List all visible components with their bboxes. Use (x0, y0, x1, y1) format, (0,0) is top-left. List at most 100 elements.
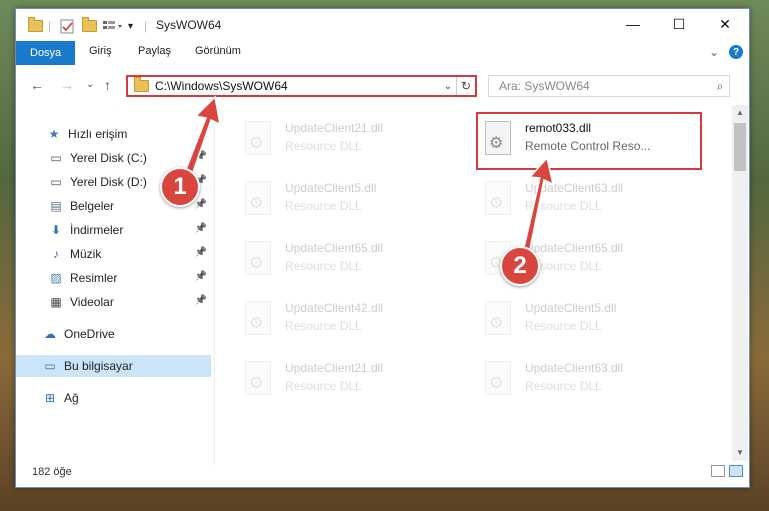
scrollbar-thumb[interactable] (734, 123, 746, 171)
file-item[interactable]: ⚙ UpdateClient63.dll Resource DLL (481, 357, 711, 405)
pin-icon[interactable]: 📌 (195, 247, 207, 258)
file-name: UpdateClient63.dll (525, 361, 624, 375)
selection-highlight (476, 112, 702, 170)
file-name: UpdateClient42.dll (285, 301, 384, 315)
scroll-down-icon[interactable]: ▼ (732, 445, 748, 461)
customize-toolbar-icon[interactable] (102, 18, 124, 34)
search-icon[interactable]: ⌕ (711, 79, 729, 94)
recent-locations-button[interactable]: ⌄ (86, 79, 94, 90)
drive-icon: ▭ (50, 175, 62, 189)
file-name: UpdateClient65.dll (525, 241, 624, 255)
quick-access-folder-icon[interactable] (28, 17, 43, 34)
dll-file-icon: ⚙ (481, 361, 515, 399)
sidebar-item-label: Ağ (64, 391, 79, 405)
sidebar-item[interactable]: ♪ Müzik 📌 (16, 243, 211, 265)
search-input[interactable]: Ara: SysWOW64 (499, 79, 711, 93)
sidebar-item-label: İndirmeler (70, 223, 124, 237)
file-item[interactable]: ⚙ UpdateClient21.dll Resource DLL (241, 117, 471, 165)
dll-file-icon: ⚙ (241, 181, 275, 219)
annotation-badge-1: 1 (160, 167, 200, 207)
status-bar: 182 öğe (16, 461, 749, 485)
download-icon: ⬇ (50, 223, 62, 237)
scroll-up-icon[interactable]: ▲ (732, 105, 748, 121)
file-type: Resource DLL (285, 139, 362, 153)
large-icons-view-icon[interactable] (729, 465, 743, 477)
up-button[interactable]: ↑ (104, 77, 111, 93)
dll-file-icon: ⚙ (241, 121, 275, 159)
pin-icon[interactable]: 📌 (195, 223, 207, 234)
minimize-button[interactable]: — (610, 9, 656, 39)
sidebar-item[interactable]: ⊞ Ağ (16, 387, 211, 409)
tab-share[interactable]: Paylaş (138, 45, 171, 57)
sidebar-item-label: Belgeler (70, 199, 115, 213)
vertical-scrollbar[interactable]: ▲ ▼ (732, 105, 748, 461)
pin-icon[interactable]: 📌 (195, 199, 207, 210)
new-folder-icon[interactable] (82, 17, 97, 34)
annotation-badge-2: 2 (500, 246, 540, 286)
star-icon: ★ (48, 127, 60, 141)
expand-ribbon-icon[interactable]: ⌄ (709, 45, 719, 59)
file-type: Resource DLL (285, 379, 362, 393)
address-dropdown-icon[interactable]: ⌄ (440, 81, 456, 92)
pin-icon[interactable]: 📌 (195, 271, 207, 282)
file-type: Resource DLL (525, 379, 602, 393)
address-path[interactable]: C:\Windows\SysWOW64 (155, 79, 440, 93)
file-item[interactable]: ⚙ UpdateClient63.dll Resource DLL (481, 177, 711, 225)
dll-file-icon: ⚙ (241, 301, 275, 339)
help-icon[interactable]: ? (729, 45, 743, 59)
search-box[interactable]: Ara: SysWOW64 ⌕ (488, 75, 730, 97)
dll-file-icon: ⚙ (481, 301, 515, 339)
file-name: UpdateClient5.dll (525, 301, 617, 315)
file-type: Resource DLL (285, 319, 362, 333)
file-item[interactable]: ⚙ UpdateClient5.dll Resource DLL (481, 297, 711, 345)
pane-divider (214, 105, 215, 465)
computer-icon: ▭ (44, 359, 56, 373)
sidebar-item-label: Müzik (70, 247, 102, 261)
tab-home[interactable]: Giriş (89, 45, 112, 57)
music-icon: ♪ (53, 247, 59, 261)
file-type: Resource DLL (285, 259, 362, 273)
sidebar-item-label: Resimler (70, 271, 118, 285)
file-item[interactable]: ⚙ UpdateClient21.dll Resource DLL (241, 357, 471, 405)
file-item[interactable]: ⚙ UpdateClient65.dll Resource DLL (241, 237, 471, 285)
back-button[interactable]: ← (30, 77, 44, 93)
file-name: UpdateClient65.dll (285, 241, 384, 255)
file-name: UpdateClient63.dll (525, 181, 624, 195)
video-icon: ▦ (50, 295, 62, 309)
folder-icon (134, 77, 149, 92)
sidebar-item-label: Hızlı erişim (68, 127, 128, 141)
navigation-pane: ★ Hızlı erişim ▭ Yerel Disk (C:) 📌 ▭ Yerel Dis… (16, 113, 214, 461)
sidebar-item-label: Videolar (70, 295, 114, 309)
properties-icon[interactable] (60, 18, 75, 34)
sidebar-item[interactable]: ⬇ İndirmeler 📌 (16, 219, 211, 241)
title-bar: | ▾ | SysWOW64 — ☐ ✕ (16, 9, 749, 41)
dll-file-icon: ⚙ (481, 181, 515, 219)
network-icon: ⊞ (44, 391, 56, 405)
forward-button[interactable]: → (60, 77, 74, 93)
close-button[interactable]: ✕ (702, 9, 748, 39)
sidebar-item-label: Bu bilgisayar (64, 359, 133, 373)
tab-view[interactable]: Görünüm (195, 45, 241, 57)
details-view-icon[interactable] (711, 465, 725, 477)
quick-access-dropdown-icon[interactable]: ▾ (128, 18, 133, 34)
sidebar-item[interactable]: ☁ OneDrive (16, 323, 211, 345)
sidebar-item[interactable]: ★ Hızlı erişim (16, 123, 211, 145)
pin-icon[interactable]: 📌 (195, 295, 207, 306)
file-name: UpdateClient5.dll (285, 181, 377, 195)
sidebar-item[interactable]: ▭ Yerel Disk (C:) 📌 (16, 147, 211, 169)
tab-file[interactable]: Dosya (16, 41, 76, 65)
file-name: UpdateClient21.dll (285, 121, 384, 135)
sidebar-item[interactable]: ▨ Resimler 📌 (16, 267, 211, 289)
address-bar[interactable]: C:\Windows\SysWOW64 ⌄ ↻ (126, 75, 477, 97)
sidebar-item[interactable]: ▭ Bu bilgisayar (16, 355, 211, 377)
dll-file-icon: ⚙ (241, 361, 275, 399)
maximize-button[interactable]: ☐ (656, 9, 702, 39)
file-item[interactable]: ⚙ UpdateClient5.dll Resource DLL (241, 177, 471, 225)
refresh-icon[interactable]: ↻ (456, 77, 475, 95)
pictures-icon: ▨ (50, 271, 62, 285)
sidebar-item[interactable]: ▦ Videolar 📌 (16, 291, 211, 313)
file-type: Resource DLL (525, 319, 602, 333)
pin-icon[interactable]: 📌 (195, 151, 207, 162)
sidebar-item-label: Yerel Disk (D:) (70, 175, 147, 189)
file-item[interactable]: ⚙ UpdateClient42.dll Resource DLL (241, 297, 471, 345)
